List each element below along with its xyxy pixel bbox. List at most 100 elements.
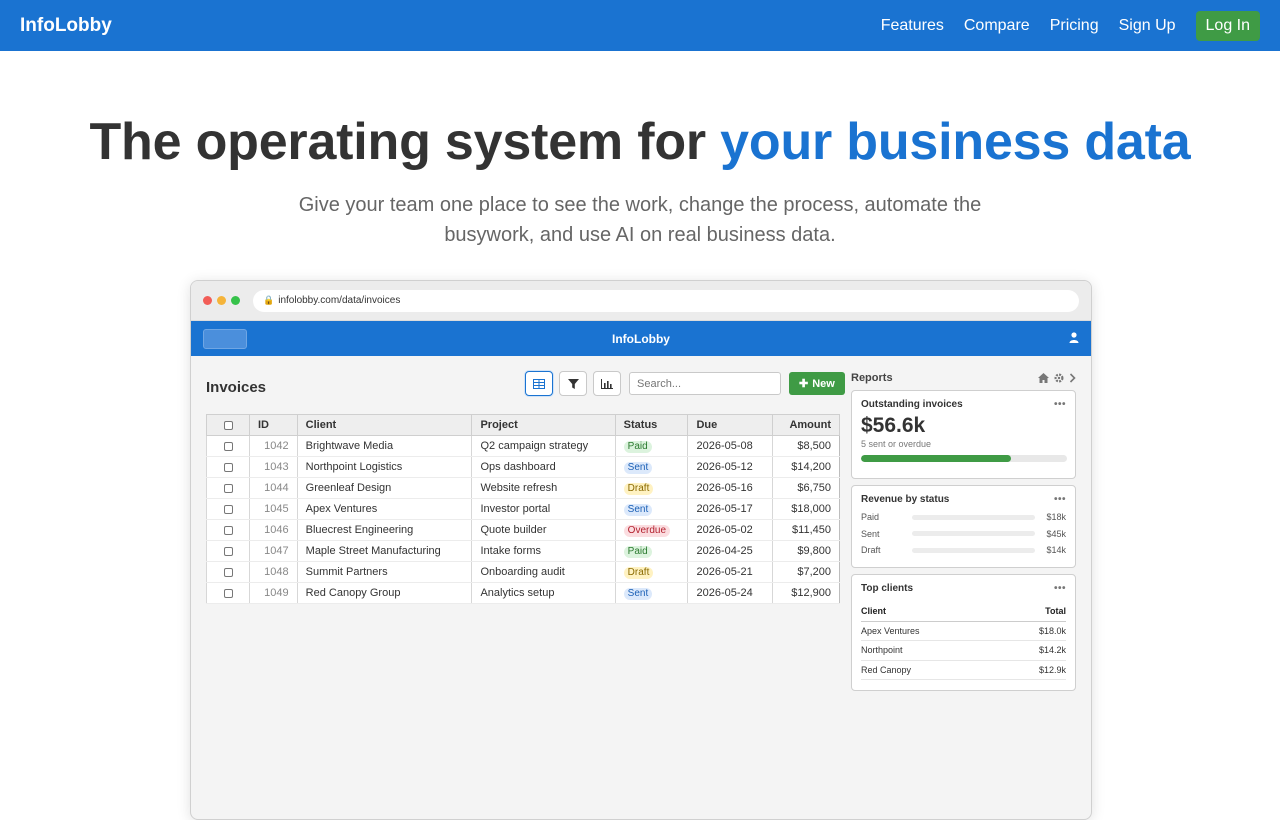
cell-project: Investor portal (471, 498, 616, 520)
nav-compare-link[interactable]: Compare (964, 17, 1030, 35)
bar-chart-icon (601, 378, 613, 389)
brand-logo[interactable]: InfoLobby (20, 15, 112, 37)
cell-id: 1049 (249, 582, 298, 604)
cell-client: Summit Partners (296, 561, 472, 583)
table-row: 1046 Bluecrest Engineering Quote builder Ov… (206, 519, 840, 541)
cell-status: Paid (614, 435, 688, 457)
lock-icon: 🔒 (263, 295, 275, 305)
top-client-total: $12.9k (1001, 660, 1066, 680)
app-header: InfoLobby (191, 321, 1091, 356)
cell-id: 1047 (249, 540, 298, 562)
cell-id: 1042 (249, 435, 298, 457)
outstanding-note: 5 sent or overdue (861, 439, 932, 449)
top-client-row: Red Canopy $12.9k (861, 660, 1066, 680)
hero-title-accent: your business data (720, 113, 1191, 171)
filter-icon (567, 378, 579, 389)
cell-due: 2026-05-12 (687, 456, 773, 478)
revenue-by-status-card: Revenue by status ••• Paid $18k Sent $45k Dra… (851, 485, 1076, 568)
revenue-track (912, 547, 1035, 553)
top-nav: InfoLobby Features Compare Pricing Sign … (0, 0, 1280, 51)
cell-due: 2026-05-24 (687, 582, 773, 604)
top-clients-table: Client Total Apex Ventures $18.0k Northpoi… (861, 602, 1066, 680)
login-button[interactable]: Log In (1195, 10, 1260, 41)
col-total-header: Total (1001, 602, 1066, 622)
new-button-label: New (812, 377, 835, 390)
app-menu-button (203, 328, 247, 349)
url-text: infolobby.com/data/invoices (278, 295, 401, 306)
cell-due: 2026-05-02 (687, 519, 773, 541)
top-client-total: $18.0k (1001, 621, 1066, 641)
hero-title-plain: The operating system for (89, 113, 721, 171)
row-select-cell (206, 540, 250, 562)
nav-links: Features Compare Pricing Sign Up Log In (881, 10, 1260, 41)
cell-project: Analytics setup (471, 582, 616, 604)
cell-status: Sent (614, 498, 688, 520)
revenue-row: Draft $14k (861, 542, 1066, 559)
more-icon: ••• (1053, 494, 1066, 505)
revenue-value: $14k (1046, 545, 1066, 556)
top-client-total: $14.2k (1001, 640, 1066, 661)
cell-project: Ops dashboard (471, 456, 616, 478)
reports-header: Reports (851, 372, 1076, 384)
row-checkbox (223, 525, 233, 535)
user-icon (1069, 331, 1079, 346)
top-clients-card: Top clients ••• Client Total Apex Venture… (851, 574, 1076, 691)
cell-id: 1043 (249, 456, 298, 478)
status-badge: Paid (623, 545, 652, 558)
cell-id: 1044 (249, 477, 298, 499)
outstanding-invoices-card: Outstanding invoices ••• $56.6k 5 sent or… (851, 390, 1076, 479)
plus-icon: ✚ (799, 378, 809, 390)
cell-amount: $6,750 (771, 477, 840, 499)
cell-amount: $9,800 (771, 540, 840, 562)
cell-amount: $18,000 (771, 498, 840, 520)
revenue-row: Sent $45k (861, 526, 1066, 543)
cell-client: Maple Street Manufacturing (296, 540, 472, 562)
table-row: 1044 Greenleaf Design Website refresh Draft… (206, 477, 840, 499)
revenue-track (912, 514, 1035, 520)
url-bar: 🔒 infolobby.com/data/invoices (253, 289, 1079, 312)
invoice-toolbar: ✚ New (525, 371, 845, 396)
cell-amount: $11,450 (771, 519, 840, 541)
revenue-row: Paid $18k (861, 509, 1066, 526)
col-due: Due (687, 414, 773, 436)
close-dot-icon (203, 296, 212, 305)
new-invoice-button: ✚ New (789, 372, 845, 395)
status-badge: Paid (623, 440, 652, 453)
cell-id: 1045 (249, 498, 298, 520)
product-screenshot-frame: 🔒 infolobby.com/data/invoices InfoLobby … (190, 280, 1092, 820)
col-amount: Amount (771, 414, 841, 436)
cell-client: Apex Ventures (296, 498, 472, 520)
row-select-cell (206, 435, 250, 457)
status-badge: Draft (623, 482, 654, 495)
top-clients-body: Apex Ventures $18.0k Northpoint $14.2k Red C… (861, 621, 1066, 680)
nav-features-link[interactable]: Features (881, 17, 944, 35)
row-select-cell (206, 498, 250, 520)
status-badge: Sent (623, 461, 653, 474)
nav-pricing-link[interactable]: Pricing (1050, 17, 1099, 35)
gear-icon (1054, 373, 1064, 383)
minimize-dot-icon (217, 296, 226, 305)
row-select-cell (206, 561, 250, 583)
cell-amount: $14,200 (771, 456, 840, 478)
row-checkbox (223, 588, 233, 598)
table-row: 1049 Red Canopy Group Analytics setup Sent 2… (206, 582, 840, 604)
cell-project: Onboarding audit (471, 561, 616, 583)
table-row: 1045 Apex Ventures Investor portal Sent 2026… (206, 498, 840, 520)
col-status: Status (614, 414, 689, 436)
cell-project: Quote builder (471, 519, 616, 541)
table-row: 1047 Maple Street Manufacturing Intake for… (206, 540, 840, 562)
col-client: Client (296, 414, 473, 436)
cell-due: 2026-05-21 (687, 561, 773, 583)
app-title: InfoLobby (612, 331, 670, 346)
cell-status: Sent (614, 456, 688, 478)
select-all-cell (206, 414, 250, 436)
reports-title: Reports (851, 372, 893, 384)
more-icon: ••• (1053, 583, 1066, 594)
row-select-cell (206, 477, 250, 499)
top-client-name: Red Canopy (861, 660, 1002, 680)
revenue-label: Paid (861, 512, 880, 523)
cell-status: Draft (614, 561, 688, 583)
nav-signup-link[interactable]: Sign Up (1119, 17, 1176, 35)
row-checkbox (223, 567, 233, 577)
status-badge: Sent (623, 503, 653, 516)
